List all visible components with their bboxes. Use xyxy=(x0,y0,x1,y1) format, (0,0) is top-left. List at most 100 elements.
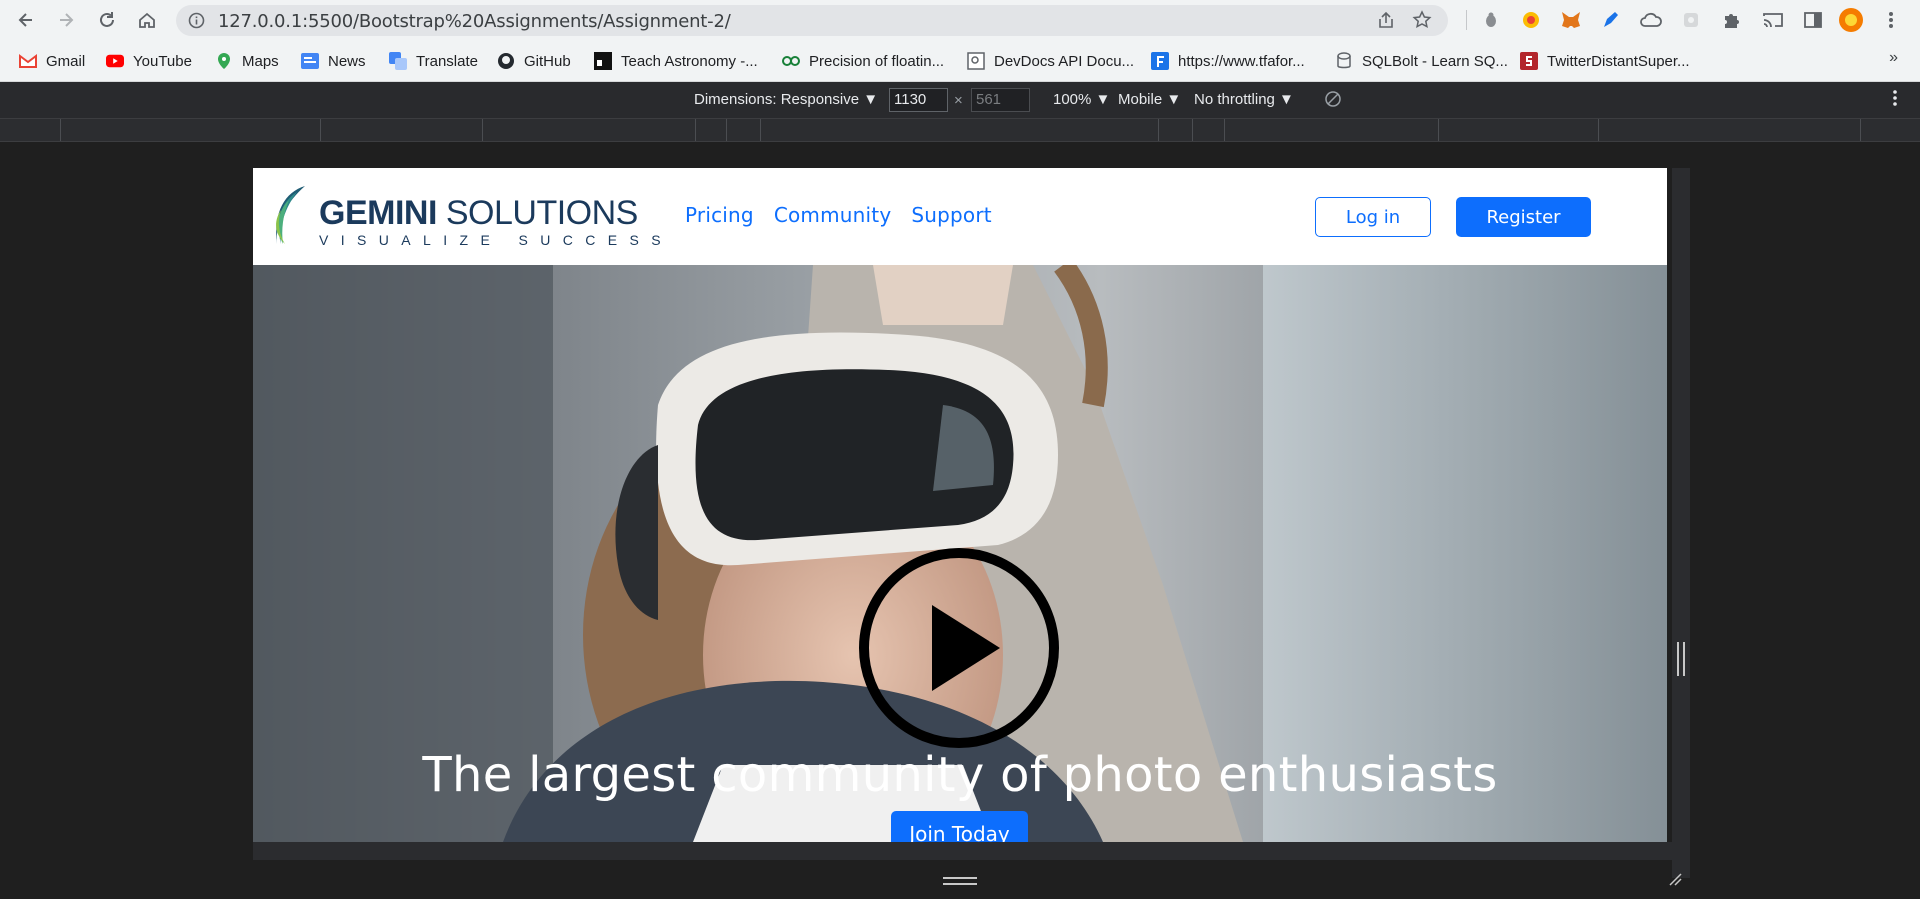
pen-extension-icon[interactable] xyxy=(1598,7,1624,33)
throttling-dropdown[interactable]: No throttling ▼ xyxy=(1194,91,1294,108)
maps-icon xyxy=(215,52,233,70)
hero-headline: The largest community of photo enthusias… xyxy=(422,747,1498,803)
cloud-extension-icon[interactable] xyxy=(1638,7,1664,33)
bookmark-star-icon[interactable] xyxy=(1412,10,1432,35)
bookmark-label: Gmail xyxy=(46,52,86,70)
precision-icon xyxy=(782,52,800,70)
site-navbar: GEMINI SOLUTIONS VISUALIZE SUCCESS Prici… xyxy=(253,168,1667,265)
bottom-resize-handle[interactable] xyxy=(253,842,1690,860)
bookmark-item[interactable]: DevDocs API Docu... xyxy=(967,50,1134,72)
bookmark-item[interactable]: Teach Astronomy -... xyxy=(594,50,758,72)
bookmark-item[interactable]: Translate xyxy=(389,50,478,72)
logo-wordmark: GEMINI SOLUTIONS xyxy=(319,194,638,232)
bookmark-item[interactable]: YouTube xyxy=(106,50,192,72)
bookmark-item[interactable]: Maps xyxy=(215,50,279,72)
profile-avatar-icon[interactable] xyxy=(1838,7,1864,33)
zoom-label: 100% xyxy=(1053,91,1092,108)
back-icon[interactable] xyxy=(12,6,40,34)
site-nav-links: Pricing Community Support xyxy=(685,203,992,227)
cast-icon[interactable] xyxy=(1760,7,1786,33)
bookmark-item[interactable]: Precision of floatin... xyxy=(782,50,944,72)
gear-extension-icon[interactable] xyxy=(1678,7,1704,33)
dropdown-caret-icon: ▼ xyxy=(1166,91,1182,108)
dropdown-caret-icon: ▼ xyxy=(1279,91,1294,108)
teach-astronomy-icon xyxy=(594,52,612,70)
more-bookmarks-icon[interactable]: » xyxy=(1889,49,1898,67)
bookmark-label: SQLBolt - Learn SQ... xyxy=(1362,52,1508,70)
site-info-icon[interactable] xyxy=(188,12,205,34)
gmail-icon xyxy=(19,52,37,70)
media-query-bar[interactable] xyxy=(0,118,1920,142)
leaf-logo-icon xyxy=(276,186,305,244)
twitter-distant-icon xyxy=(1520,52,1538,70)
browser-toolbar: 127.0.0.1:5500/Bootstrap%20Assignments/A… xyxy=(0,0,1920,41)
bookmarks-bar: Gmail YouTube Maps News Translate GitHub… xyxy=(0,41,1920,82)
emulated-page: GEMINI SOLUTIONS VISUALIZE SUCCESS Prici… xyxy=(253,168,1667,842)
devdocs-icon xyxy=(967,52,985,70)
bookmark-item[interactable]: Gmail xyxy=(19,50,85,72)
translate-icon xyxy=(389,52,407,70)
bookmark-item[interactable]: https://www.tfafor... xyxy=(1151,50,1305,72)
home-icon[interactable] xyxy=(133,6,161,34)
brand-logo[interactable]: GEMINI SOLUTIONS VISUALIZE SUCCESS xyxy=(267,182,661,252)
metamask-icon[interactable] xyxy=(1558,7,1584,33)
device-type-dropdown[interactable]: Mobile ▼ xyxy=(1118,91,1181,108)
bottom-resize-grip-icon[interactable] xyxy=(943,877,977,885)
corner-resize-icon[interactable] xyxy=(1668,872,1682,886)
zoom-dropdown[interactable]: 100% ▼ xyxy=(1053,91,1110,108)
news-icon xyxy=(301,52,319,70)
bookmark-label: YouTube xyxy=(133,52,192,70)
sqlbolt-icon xyxy=(1335,52,1353,70)
bookmark-label: https://www.tfafor... xyxy=(1178,52,1305,70)
forward-icon[interactable] xyxy=(52,6,80,34)
device-type-label: Mobile xyxy=(1118,91,1163,108)
throttling-label: No throttling xyxy=(1194,91,1275,108)
bookmark-label: Translate xyxy=(416,52,478,70)
times-icon: × xyxy=(954,92,963,109)
hero-section: The largest community of photo enthusias… xyxy=(253,265,1667,842)
device-toolbar: Dimensions: Responsive ▼ 1130 × 561 100%… xyxy=(0,82,1920,118)
chrome-menu-icon[interactable] xyxy=(1878,7,1904,33)
device-toolbar-menu-icon[interactable] xyxy=(1892,88,1898,112)
bookmark-label: Maps xyxy=(242,52,279,70)
login-button[interactable]: Log in xyxy=(1315,197,1431,237)
dropdown-caret-icon: ▼ xyxy=(863,91,879,108)
nav-link-pricing[interactable]: Pricing xyxy=(685,203,754,227)
address-bar[interactable]: 127.0.0.1:5500/Bootstrap%20Assignments/A… xyxy=(176,5,1448,36)
bookmark-item[interactable]: TwitterDistantSuper... xyxy=(1520,50,1690,72)
right-resize-grip-icon[interactable] xyxy=(1677,642,1685,676)
bookmark-label: News xyxy=(328,52,366,70)
side-panel-icon[interactable] xyxy=(1800,7,1826,33)
github-icon xyxy=(497,52,515,70)
join-today-button[interactable]: Join Today xyxy=(891,811,1028,842)
bookmark-label: DevDocs API Docu... xyxy=(994,52,1135,70)
nav-link-community[interactable]: Community xyxy=(774,203,892,227)
width-input[interactable]: 1130 xyxy=(889,88,948,112)
device-viewport-stage: GEMINI SOLUTIONS VISUALIZE SUCCESS Prici… xyxy=(0,142,1920,899)
nav-link-support[interactable]: Support xyxy=(911,203,991,227)
logo-tagline: VISUALIZE SUCCESS xyxy=(319,232,673,248)
register-button[interactable]: Register xyxy=(1456,197,1591,237)
bookmark-label: Precision of floatin... xyxy=(809,52,945,70)
youtube-icon xyxy=(106,52,124,70)
url-text[interactable]: 127.0.0.1:5500/Bootstrap%20Assignments/A… xyxy=(218,11,731,32)
colorful-extension-icon[interactable] xyxy=(1518,7,1544,33)
share-icon[interactable] xyxy=(1376,11,1396,36)
bookmark-label: GitHub xyxy=(524,52,571,70)
height-input[interactable]: 561 xyxy=(971,88,1030,112)
bookmark-item[interactable]: SQLBolt - Learn SQ... xyxy=(1335,50,1508,72)
rotate-icon[interactable] xyxy=(1324,90,1342,112)
dimensions-dropdown[interactable]: Dimensions: Responsive ▼ xyxy=(694,91,878,108)
dropdown-caret-icon: ▼ xyxy=(1095,91,1111,108)
toolbar-separator xyxy=(1466,10,1467,30)
bookmark-item[interactable]: News xyxy=(301,50,366,72)
bookmark-label: TwitterDistantSuper... xyxy=(1547,52,1690,70)
tfa-icon xyxy=(1151,52,1169,70)
reload-icon[interactable] xyxy=(93,6,121,34)
extensions-puzzle-icon[interactable] xyxy=(1718,7,1744,33)
bookmark-item[interactable]: GitHub xyxy=(497,50,571,72)
play-video-icon[interactable] xyxy=(854,543,1064,753)
dimensions-label: Dimensions: Responsive xyxy=(694,91,860,108)
bug-extension-icon[interactable] xyxy=(1478,7,1504,33)
right-resize-handle[interactable] xyxy=(1672,168,1690,878)
